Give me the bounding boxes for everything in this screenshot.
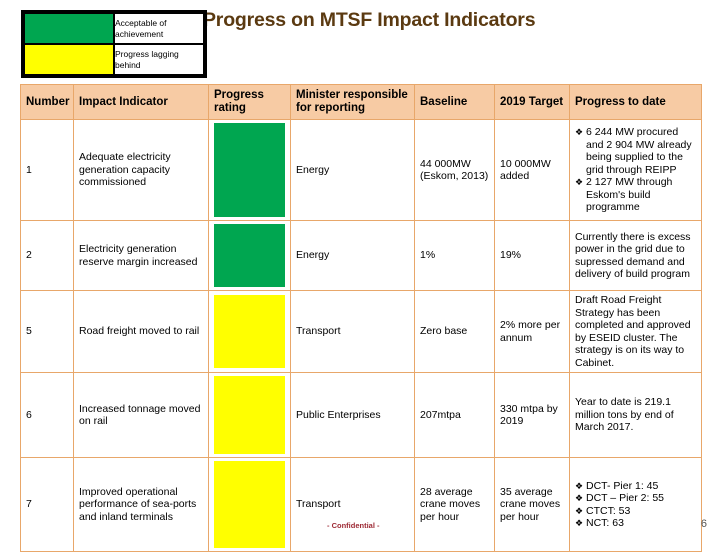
cell-number: 2 [20, 220, 74, 291]
cell-baseline: 207mtpa [414, 372, 495, 458]
cell-target: 2% more per annum [494, 290, 570, 373]
cell-progress-to-date: Year to date is 219.1 million tons by en… [569, 372, 702, 458]
legend-row-lagging: Progress lagging behind [23, 43, 205, 76]
col-header-target: 2019 Target [494, 84, 570, 120]
rating-swatch-green [214, 224, 285, 287]
progress-bullet-item: 2 127 MW through Eskom's build programme [575, 176, 696, 214]
rating-swatch-green [214, 123, 285, 217]
cell-target: 19% [494, 220, 570, 291]
cell-number: 6 [20, 372, 74, 458]
cell-progress-to-date: Currently there is excess power in the g… [569, 220, 702, 291]
cell-indicator: Adequate electricity generation capacity… [73, 119, 209, 221]
progress-bullet-item: CTCT: 53 [575, 505, 696, 518]
cell-indicator: Improved operational performance of sea-… [73, 457, 209, 552]
rating-swatch-yellow [214, 295, 285, 368]
legend-swatch-green [23, 12, 115, 45]
legend-label-lagging: Progress lagging behind [113, 43, 205, 76]
cell-progress-rating [208, 372, 291, 458]
rating-swatch-yellow [214, 376, 285, 454]
cell-baseline: 1% [414, 220, 495, 291]
table-row: 2 Electricity generation reserve margin i… [20, 220, 702, 291]
legend-label-acceptable: Acceptable of achievement [113, 12, 205, 45]
progress-bullet-item: DCT – Pier 2: 55 [575, 492, 696, 505]
cell-target: 10 000MW added [494, 119, 570, 221]
cell-indicator: Increased tonnage moved on rail [73, 372, 209, 458]
cell-minister: Public Enterprises [290, 372, 415, 458]
cell-target: 35 average crane moves per hour [494, 457, 570, 552]
page-number: 6 [700, 518, 707, 530]
cell-minister: Transport [290, 457, 415, 552]
progress-bullet-list: DCT- Pier 1: 45DCT – Pier 2: 55CTCT: 53N… [575, 480, 696, 530]
col-header-progress: Progress to date [569, 84, 702, 120]
table-row: 1 Adequate electricity generation capacit… [20, 119, 702, 221]
progress-bullet-item: NCT: 63 [575, 517, 696, 530]
confidential-marker: - Confidential - [327, 521, 380, 530]
table-header-row: Number Impact Indicator Progress rating … [20, 84, 702, 120]
mtsf-indicators-table: Number Impact Indicator Progress rating … [20, 84, 702, 552]
table-row: 7 Improved operational performance of sea… [20, 457, 702, 552]
col-header-baseline: Baseline [414, 84, 495, 120]
cell-number: 7 [20, 457, 74, 552]
legend-table: Acceptable of achievement Progress laggi… [23, 12, 205, 76]
legend-swatch-yellow [23, 43, 115, 76]
cell-progress-rating [208, 220, 291, 291]
cell-number: 1 [20, 119, 74, 221]
page-title: Progress on MTSF Impact Indicators [203, 9, 536, 31]
cell-baseline: 28 average crane moves per hour [414, 457, 495, 552]
rating-legend: Acceptable of achievement Progress laggi… [21, 10, 207, 78]
cell-progress-rating [208, 457, 291, 552]
progress-bullet-list: 6 244 MW procured and 2 904 MW already b… [575, 126, 696, 214]
cell-baseline: Zero base [414, 290, 495, 373]
table-row: 5 Road freight moved to rail Transport Zero… [20, 290, 702, 373]
cell-indicator: Electricity generation reserve margin in… [73, 220, 209, 291]
cell-minister: Energy [290, 220, 415, 291]
cell-progress-to-date: Draft Road Freight Strategy has been com… [569, 290, 702, 373]
progress-bullet-item: DCT- Pier 1: 45 [575, 480, 696, 493]
legend-row-acceptable: Acceptable of achievement [23, 12, 205, 45]
rating-swatch-yellow [214, 461, 285, 548]
col-header-minister: Minister responsible for reporting [290, 84, 415, 120]
cell-progress-rating [208, 119, 291, 221]
table-row: 6 Increased tonnage moved on rail Public E… [20, 372, 702, 458]
col-header-rating: Progress rating [208, 84, 291, 120]
cell-minister: Energy [290, 119, 415, 221]
cell-progress-to-date: 6 244 MW procured and 2 904 MW already b… [569, 119, 702, 221]
cell-progress-rating [208, 290, 291, 373]
cell-target: 330 mtpa by 2019 [494, 372, 570, 458]
cell-baseline: 44 000MW (Eskom, 2013) [414, 119, 495, 221]
cell-progress-to-date: DCT- Pier 1: 45DCT – Pier 2: 55CTCT: 53N… [569, 457, 702, 552]
cell-indicator: Road freight moved to rail [73, 290, 209, 373]
cell-minister: Transport [290, 290, 415, 373]
col-header-number: Number [20, 84, 74, 120]
cell-number: 5 [20, 290, 74, 373]
col-header-indicator: Impact Indicator [73, 84, 209, 120]
progress-bullet-item: 6 244 MW procured and 2 904 MW already b… [575, 126, 696, 176]
